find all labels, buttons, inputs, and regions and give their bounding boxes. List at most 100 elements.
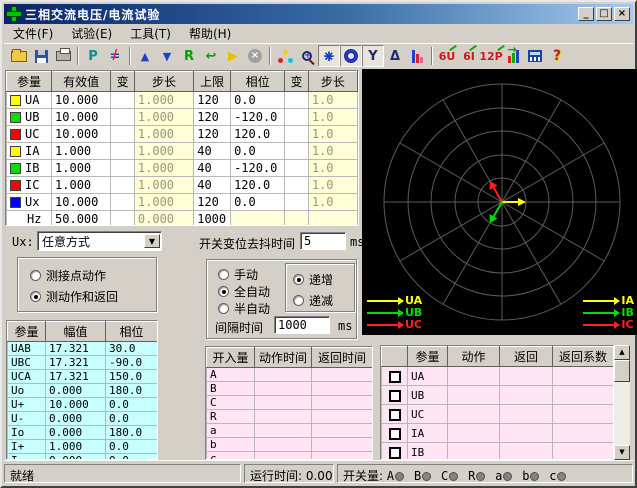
- rms-cell[interactable]: 1.000: [52, 143, 111, 160]
- limit-cell[interactable]: 40: [194, 177, 231, 194]
- rms-cell[interactable]: 50.000: [52, 211, 111, 227]
- vary-cell[interactable]: [111, 211, 135, 227]
- radio-semi-auto[interactable]: 半自动: [218, 300, 270, 317]
- close-button[interactable]: ×: [614, 7, 630, 21]
- step-cell[interactable]: 1.000: [134, 177, 193, 194]
- minimize-button[interactable]: _: [578, 7, 594, 21]
- interval-input[interactable]: 1000: [274, 316, 330, 334]
- delta-view-button[interactable]: Δ: [384, 45, 406, 67]
- phase-step-cell[interactable]: 1.0: [308, 143, 357, 160]
- phase-step-cell[interactable]: 1.0: [308, 160, 357, 177]
- six-voltage-button[interactable]: 6U: [436, 45, 458, 67]
- vary-cell[interactable]: [285, 109, 309, 126]
- radio-full-auto[interactable]: 全自动: [218, 283, 270, 300]
- phase-cell[interactable]: 0.0: [231, 92, 285, 109]
- checkbox[interactable]: [389, 428, 401, 440]
- checkbox[interactable]: [389, 409, 401, 421]
- menu-help[interactable]: 帮助(H): [180, 23, 240, 44]
- step-cell[interactable]: 1.000: [134, 143, 193, 160]
- undo-button[interactable]: ↩: [200, 45, 222, 67]
- step-down-button[interactable]: ▼: [156, 45, 178, 67]
- radio-action-return[interactable]: 测动作和返回: [30, 288, 118, 305]
- phase-step-cell[interactable]: 1.0: [308, 177, 357, 194]
- limit-cell[interactable]: 120: [194, 92, 231, 109]
- six-current-button[interactable]: 6I: [458, 45, 480, 67]
- vary-cell[interactable]: [285, 160, 309, 177]
- rms-cell[interactable]: 10.000: [52, 126, 111, 143]
- radio-decrease[interactable]: 递减: [293, 292, 333, 309]
- scroll-down-button[interactable]: ▼: [614, 445, 630, 460]
- start-button[interactable]: ▶: [222, 45, 244, 67]
- checkbox[interactable]: [389, 371, 401, 383]
- limit-cell[interactable]: 1000: [194, 211, 231, 227]
- menu-tools[interactable]: 工具(T): [121, 23, 180, 44]
- phase-cell[interactable]: -120.0: [231, 160, 285, 177]
- phase-step-cell[interactable]: 1.0: [308, 92, 357, 109]
- rays-view-button[interactable]: ++: [318, 45, 340, 67]
- phase-cell[interactable]: -120.0: [231, 109, 285, 126]
- debounce-input[interactable]: 5: [300, 232, 346, 250]
- vary-cell[interactable]: [111, 109, 135, 126]
- circles-view-button[interactable]: [340, 45, 362, 67]
- vary-cell[interactable]: [111, 92, 135, 109]
- phase-cell[interactable]: 120.0: [231, 126, 285, 143]
- phase-step-cell[interactable]: 1.0: [308, 109, 357, 126]
- limit-cell[interactable]: 120: [194, 109, 231, 126]
- chevron-down-icon[interactable]: ▼: [144, 234, 160, 248]
- step-cell[interactable]: 1.000: [134, 109, 193, 126]
- help-button[interactable]: ?: [546, 45, 568, 67]
- phase-cell[interactable]: 120.0: [231, 177, 285, 194]
- phase-cell[interactable]: 0.0: [231, 143, 285, 160]
- bar-graph-button[interactable]: [406, 45, 428, 67]
- step-cell[interactable]: 1.000: [134, 126, 193, 143]
- vary-cell[interactable]: [111, 126, 135, 143]
- ux-mode-select[interactable]: 任意方式 ▼: [37, 231, 162, 251]
- print-button[interactable]: [52, 45, 74, 67]
- vary-cell[interactable]: [285, 126, 309, 143]
- maximize-button[interactable]: □: [596, 7, 612, 21]
- stop-button[interactable]: ×: [244, 45, 266, 67]
- phase-step-cell[interactable]: 1.0: [308, 126, 357, 143]
- checkbox[interactable]: [389, 390, 401, 402]
- rms-cell[interactable]: 1.000: [52, 177, 111, 194]
- vary-cell[interactable]: [111, 194, 135, 211]
- checkbox[interactable]: [389, 447, 401, 459]
- menu-test[interactable]: 试验(E): [62, 23, 121, 44]
- rms-cell[interactable]: 10.000: [52, 194, 111, 211]
- vary-cell[interactable]: [285, 177, 309, 194]
- limit-cell[interactable]: 40: [194, 160, 231, 177]
- vary-cell[interactable]: [111, 160, 135, 177]
- step-cell[interactable]: 1.000: [134, 194, 193, 211]
- vary-cell[interactable]: [111, 143, 135, 160]
- rms-cell[interactable]: 1.000: [52, 160, 111, 177]
- vary-cell[interactable]: [111, 177, 135, 194]
- radio-increase[interactable]: 递增: [293, 271, 333, 288]
- calculator-button[interactable]: [524, 45, 546, 67]
- vector-nodes-button[interactable]: [274, 45, 296, 67]
- output-levels-button[interactable]: [502, 45, 524, 67]
- limit-cell[interactable]: 120: [194, 126, 231, 143]
- step-cell[interactable]: 1.000: [134, 92, 193, 109]
- table-scrollbar[interactable]: ▲ ▼: [614, 345, 630, 460]
- vary-cell[interactable]: [285, 194, 309, 211]
- twelve-phase-button[interactable]: 12P: [480, 45, 502, 67]
- open-button[interactable]: [8, 45, 30, 67]
- vary-cell[interactable]: [285, 92, 309, 109]
- save-button[interactable]: [30, 45, 52, 67]
- power-output-button[interactable]: =: [104, 45, 126, 67]
- step-cell[interactable]: 1.000: [134, 160, 193, 177]
- step-cell[interactable]: 0.000: [134, 211, 193, 227]
- step-up-button[interactable]: ▲: [134, 45, 156, 67]
- radio-manual[interactable]: 手动: [218, 266, 258, 283]
- limit-cell[interactable]: 120: [194, 194, 231, 211]
- rms-cell[interactable]: 10.000: [52, 92, 111, 109]
- rms-cell[interactable]: 10.000: [52, 109, 111, 126]
- reset-button[interactable]: R: [178, 45, 200, 67]
- vary-cell[interactable]: [285, 143, 309, 160]
- pause-button[interactable]: P: [82, 45, 104, 67]
- radio-contact-action[interactable]: 测接点动作: [30, 267, 106, 284]
- limit-cell[interactable]: 40: [194, 143, 231, 160]
- menu-file[interactable]: 文件(F): [4, 23, 62, 44]
- zoom-button[interactable]: +: [296, 45, 318, 67]
- phase-step-cell[interactable]: 1.0: [308, 194, 357, 211]
